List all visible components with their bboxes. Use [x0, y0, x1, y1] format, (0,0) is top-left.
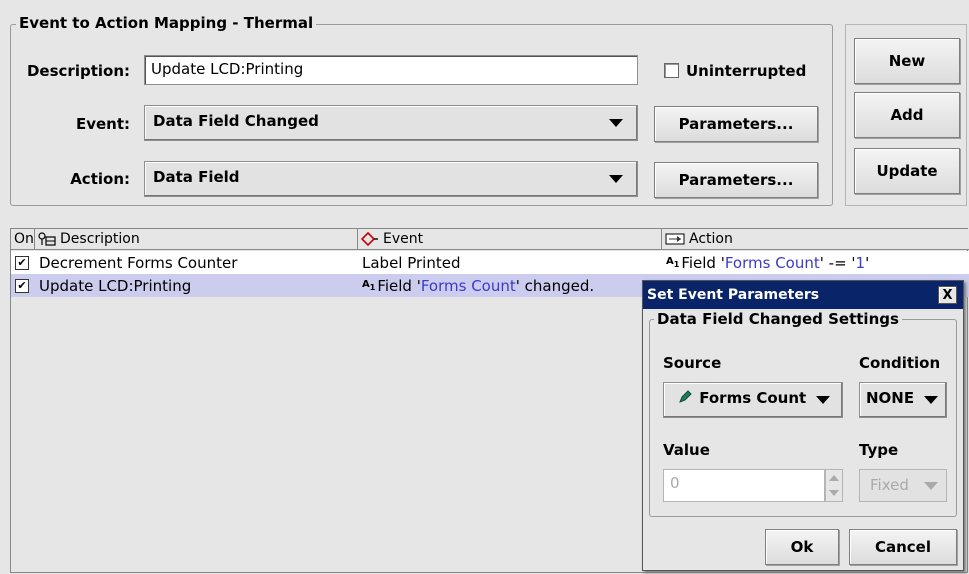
- event-parameters-button[interactable]: Parameters...: [654, 106, 818, 142]
- row-description: Decrement Forms Counter: [39, 253, 238, 272]
- chevron-down-icon: [924, 396, 938, 404]
- chevron-down-icon: [609, 175, 623, 183]
- condition-combo[interactable]: NONE: [859, 382, 947, 418]
- action-text-prefix: Field ': [681, 253, 725, 272]
- header-description[interactable]: Description: [35, 229, 358, 250]
- header-on[interactable]: On: [11, 229, 35, 250]
- dialog-title: Set Event Parameters: [647, 287, 820, 303]
- spin-down-icon[interactable]: [829, 490, 839, 496]
- action-value: 1: [855, 253, 866, 272]
- condition-label: Condition: [859, 354, 941, 372]
- row-event: A1 Field ' Forms Count ' changed.: [358, 274, 662, 297]
- chevron-down-icon: [816, 396, 830, 404]
- settings-group-title: Data Field Changed Settings: [654, 310, 902, 328]
- action-text-suffix: ': [865, 253, 870, 272]
- row-enabled-checkbox[interactable]: ✔: [15, 278, 29, 293]
- row-on-cell[interactable]: ✔: [11, 274, 35, 297]
- dialog-titlebar[interactable]: Set Event Parameters: [643, 281, 963, 309]
- event-field-name: Forms Count: [420, 276, 516, 295]
- new-button[interactable]: New: [854, 38, 960, 84]
- type-value: Fixed: [870, 476, 909, 494]
- row-enabled-checkbox[interactable]: ✔: [15, 255, 29, 270]
- header-event[interactable]: Event: [358, 229, 662, 250]
- value-label: Value: [663, 441, 710, 459]
- action-column-icon: [665, 232, 685, 246]
- header-event-label: Event: [383, 231, 424, 247]
- source-combo[interactable]: Forms Count: [663, 382, 843, 418]
- chevron-down-icon: [924, 481, 938, 490]
- data-field-icon: A1: [666, 256, 680, 269]
- event-combo[interactable]: Data Field Changed: [144, 105, 638, 141]
- chevron-down-icon: [609, 119, 623, 127]
- ok-button[interactable]: Ok: [765, 529, 839, 565]
- header-on-label: On: [14, 231, 34, 247]
- action-field-name: Forms Count: [724, 253, 820, 272]
- action-parameters-button[interactable]: Parameters...: [654, 162, 818, 198]
- action-combo-value: Data Field: [153, 168, 240, 186]
- header-description-label: Description: [60, 231, 140, 247]
- type-combo[interactable]: Fixed: [859, 469, 947, 502]
- header-action[interactable]: Action: [662, 229, 969, 250]
- action-label: Action:: [70, 170, 130, 188]
- set-event-parameters-dialog: Set Event Parameters X Data Field Change…: [642, 280, 964, 571]
- condition-value: NONE: [866, 389, 915, 407]
- data-field-icon: A1: [362, 279, 376, 292]
- add-button[interactable]: Add: [854, 92, 960, 138]
- spin-up-icon[interactable]: [829, 475, 839, 481]
- row-action: A1 Field ' Forms Count ' -= ' 1 ': [662, 251, 969, 274]
- close-button[interactable]: X: [938, 286, 957, 304]
- group-title: Event to Action Mapping - Thermal: [16, 14, 317, 32]
- description-column-icon: [38, 232, 56, 246]
- event-text-prefix: Field ': [377, 276, 421, 295]
- table-row[interactable]: ✔ Decrement Forms Counter Label Printed …: [11, 251, 969, 274]
- value-field[interactable]: 0: [663, 469, 825, 502]
- source-label: Source: [663, 354, 722, 372]
- uninterrupted-checkbox[interactable]: [664, 63, 679, 78]
- action-combo[interactable]: Data Field: [144, 161, 638, 197]
- row-on-cell[interactable]: ✔: [11, 251, 35, 274]
- event-combo-value: Data Field Changed: [153, 112, 319, 130]
- row-event: Label Printed: [362, 253, 461, 272]
- value-spinner[interactable]: [825, 469, 843, 502]
- header-action-label: Action: [689, 231, 733, 247]
- event-label: Event:: [75, 115, 130, 133]
- type-label: Type: [859, 441, 899, 459]
- uninterrupted-label: Uninterrupted: [686, 62, 807, 80]
- update-button[interactable]: Update: [854, 148, 960, 194]
- description-label: Description:: [26, 62, 130, 80]
- action-text-mid: ' -= ': [819, 253, 856, 272]
- pencil-icon: [678, 389, 692, 408]
- cancel-button[interactable]: Cancel: [849, 529, 957, 565]
- event-column-icon: [361, 232, 379, 246]
- row-description: Update LCD:Printing: [39, 276, 192, 295]
- event-text-suffix: ' changed.: [515, 276, 595, 295]
- description-field[interactable]: Update LCD:Printing: [144, 55, 638, 85]
- source-value: Forms Count: [699, 389, 807, 407]
